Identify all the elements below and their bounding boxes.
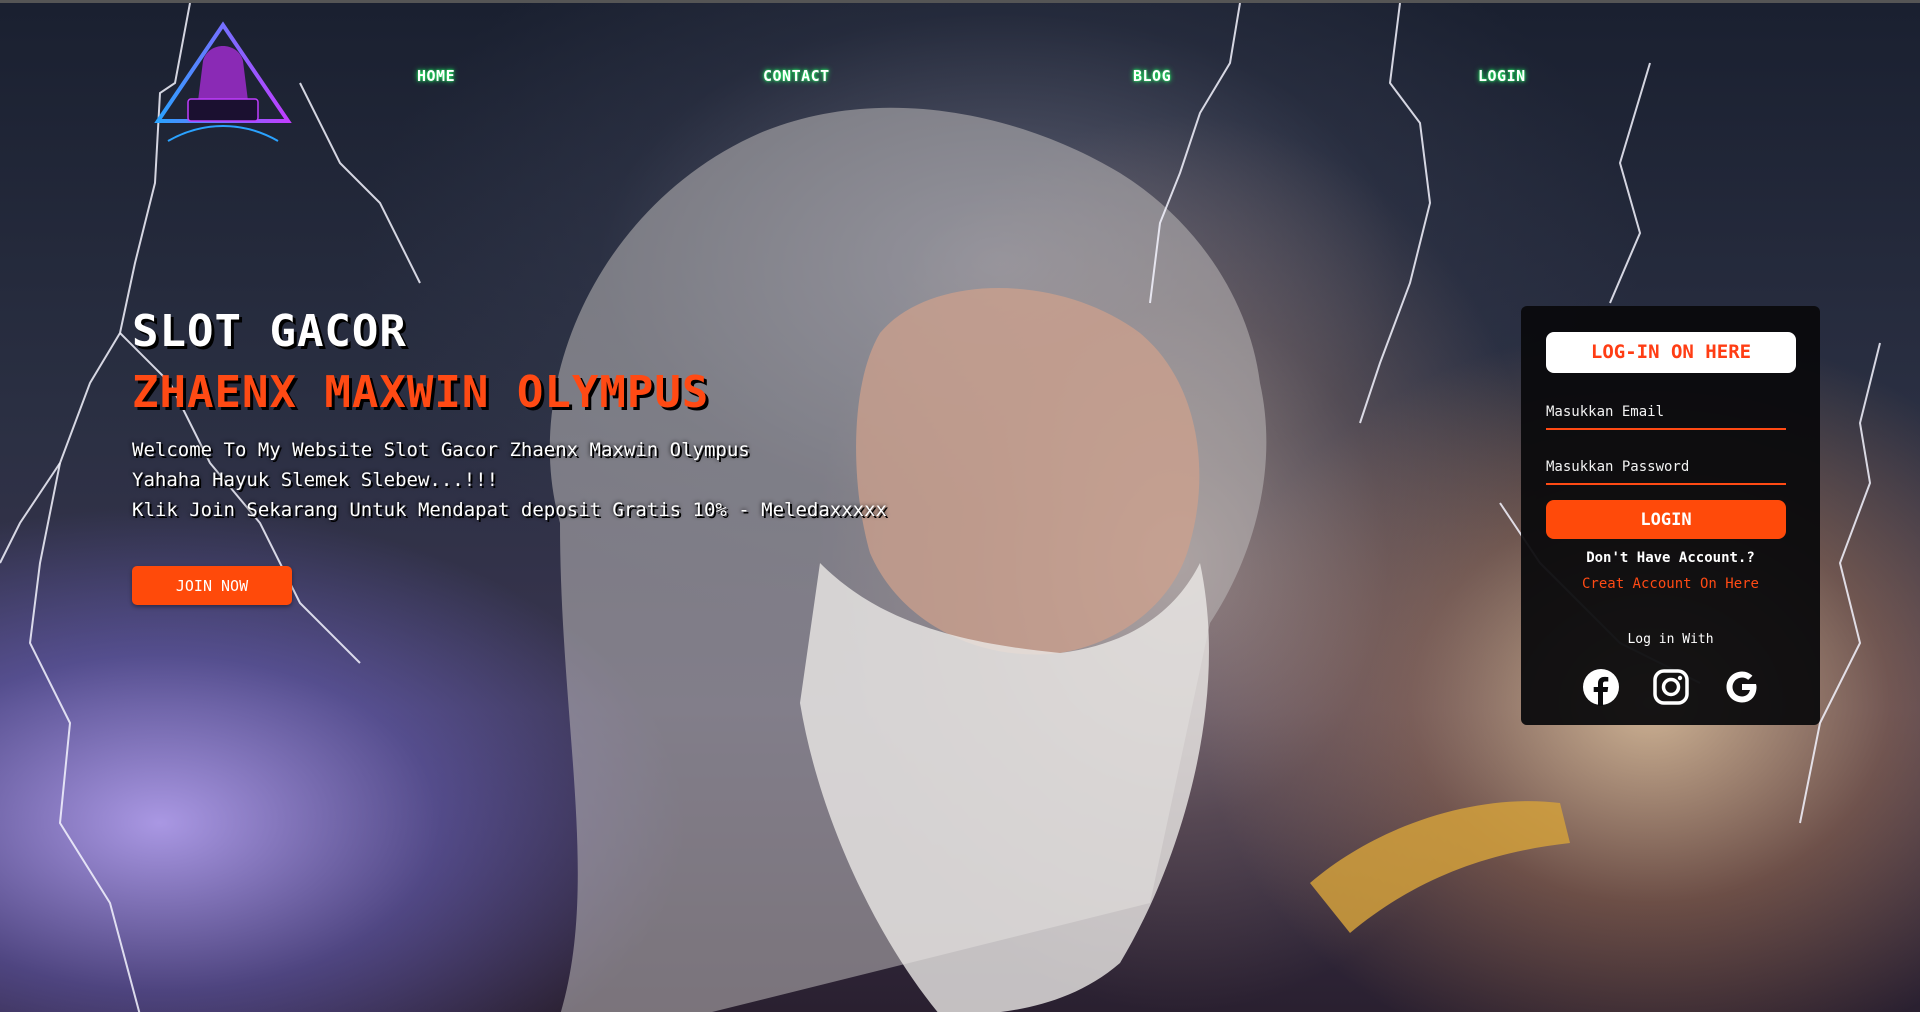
password-field[interactable] (1546, 455, 1786, 485)
page: HOME CONTACT BLOG LOGIN SLOT GACOR ZHAEN… (0, 0, 1920, 1012)
hero-line-2: Yahaha Hayuk Slemek Slebew...!!! (132, 469, 499, 491)
hero-title: SLOT GACOR (132, 306, 407, 357)
join-now-button[interactable]: JOIN NOW (132, 566, 292, 605)
hero-line-1: Welcome To My Website Slot Gacor Zhaenx … (132, 439, 750, 461)
nav-blog[interactable]: BLOG (1133, 67, 1171, 85)
armor-strap (1310, 801, 1570, 933)
face-shape (856, 288, 1200, 655)
hero-line-3: Klik Join Sekarang Untuk Mendapat deposi… (132, 499, 887, 521)
nav-home[interactable]: HOME (417, 67, 455, 85)
main-nav: HOME CONTACT BLOG LOGIN (0, 67, 1920, 91)
nav-contact[interactable]: CONTACT (763, 67, 830, 85)
nav-login[interactable]: LOGIN (1478, 67, 1526, 85)
no-account-text: Don't Have Account.? (1586, 550, 1755, 566)
instagram-icon[interactable] (1652, 668, 1690, 706)
login-button[interactable]: LOGIN (1546, 500, 1786, 539)
login-panel-header: LOG-IN ON HERE (1546, 332, 1796, 373)
facebook-icon[interactable] (1582, 668, 1620, 706)
hero-description: Welcome To My Website Slot Gacor Zhaenx … (132, 435, 887, 525)
email-field[interactable] (1546, 400, 1786, 430)
create-account-link[interactable]: Creat Account On Here (1521, 576, 1820, 592)
google-icon[interactable] (1723, 668, 1761, 706)
hero-subtitle: ZHAENX MAXWIN OLYMPUS (132, 367, 710, 418)
login-with-label: Log in With (1627, 632, 1714, 647)
login-panel: LOG-IN ON HERE LOGIN Don't Have Account.… (1521, 306, 1820, 725)
